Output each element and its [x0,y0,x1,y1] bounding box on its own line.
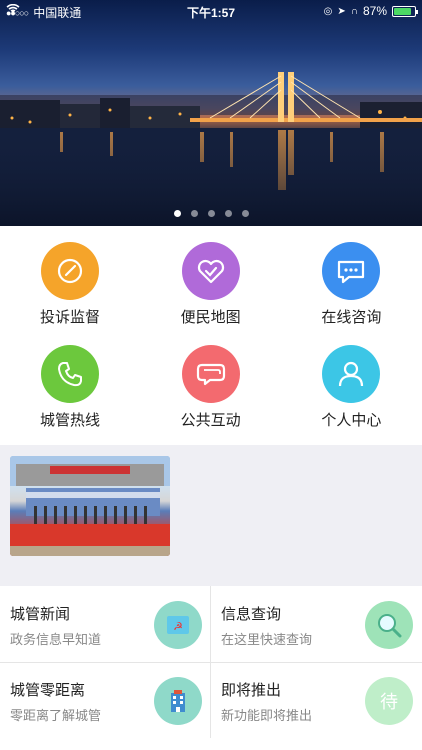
coming-soon-icon: 待 [365,677,413,725]
phone-icon [41,345,99,403]
service-card-1[interactable]: 信息查询在这里快速查询 [211,586,421,662]
service-card-title: 城管新闻 [10,606,71,623]
service-card-2[interactable]: 城管零距离零距离了解城管 [0,662,210,738]
carousel-indicator [0,210,422,217]
grid-item-label: 公共互动 [180,412,241,429]
news-photo-section [0,445,422,585]
service-card-title: 城管零距离 [10,682,86,699]
carousel-dot[interactable] [241,210,249,217]
grid-item-label: 城管热线 [39,412,100,429]
chat-bubbles-icon [181,345,240,403]
service-cards: 城管新闻 政务信息早知道 ☭ 信息查询 在这里快速查询 城管零距离 零距离了解城管 即将推出新… [0,586,422,750]
carousel-dot[interactable] [190,210,198,217]
grid-item-3[interactable]: 城管热线 [0,329,140,429]
news-photo[interactable] [10,456,170,556]
feature-grid: 投诉监督 便民地图 在线咨询城管热线 公共互动 个人中心 [0,226,422,445]
carousel-dot[interactable] [207,210,215,217]
grid-item-label: 投诉监督 [39,309,100,326]
chat-bubble-icon [322,242,381,300]
user-icon [322,345,381,403]
service-card-0[interactable]: 城管新闻政务信息早知道 ☭ [0,586,210,662]
banner-carousel[interactable]: ●●○○○ 中国联通 下午1:57 ◎ ➤ ∩ 87% [0,0,422,226]
grid-item-5[interactable]: 个人中心 [281,329,421,429]
coming-soon-glyph: 待 [380,692,398,712]
edit-icon [41,242,99,300]
service-card-subtitle: 零距离了解城管 [10,708,102,723]
building-icon [154,677,202,725]
search-icon [365,601,413,649]
carousel-dot[interactable] [224,210,232,217]
status-bar: ●●○○○ 中国联通 下午1:57 ◎ ➤ ∩ 87% [0,0,422,22]
grid-item-4[interactable]: 公共互动 [141,329,281,429]
headphones-icon: ∩ [350,5,358,17]
grid-item-label: 便民地图 [180,309,241,326]
service-card-subtitle: 新功能即将推出 [221,708,313,723]
grid-item-0[interactable]: 投诉监督 [0,226,140,326]
service-card-3[interactable]: 即将推出新功能即将推出 待 [211,662,421,738]
service-card-subtitle: 在这里快速查询 [221,632,313,647]
svg-text:☭: ☭ [173,620,183,633]
grid-item-2[interactable]: 在线咨询 [281,226,421,326]
alarm-icon: ◎ [323,5,333,17]
grid-item-label: 个人中心 [321,412,382,429]
grid-item-1[interactable]: 便民地图 [141,226,281,326]
location-icon: ➤ [337,5,346,17]
app-screen: ●●○○○ 中国联通 下午1:57 ◎ ➤ ∩ 87% 投诉监督 便民地图 在线咨询… [0,0,422,750]
banner-image [0,72,422,226]
service-card-subtitle: 政务信息早知道 [10,632,102,647]
carousel-dot[interactable] [173,210,181,217]
grid-item-label: 在线咨询 [321,309,382,326]
service-card-title: 信息查询 [221,606,282,623]
battery-percent: 87% [362,4,387,18]
news-icon: ☭ [154,601,202,649]
battery-icon [392,5,418,17]
heart-check-icon [181,242,240,300]
service-card-title: 即将推出 [221,682,282,699]
